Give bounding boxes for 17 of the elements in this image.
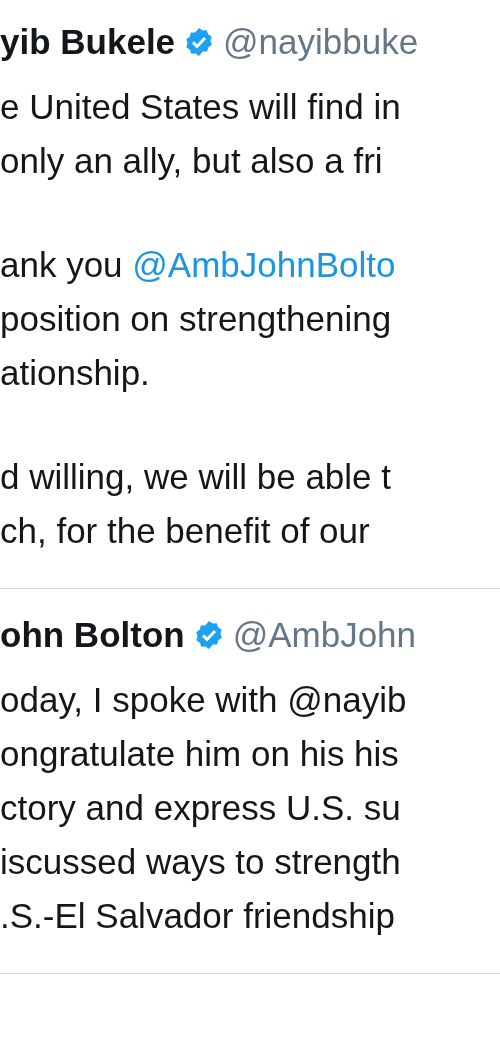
tweet-text-line: only an ally, but also a fri [0,140,384,182]
author-handle[interactable]: @AmbJohn [232,615,417,655]
mention-link[interactable]: @AmbJohnBolto [132,245,396,284]
tweet-text-line: .S.-El Salvador friendship [0,895,396,937]
tweet-text-line: oday, I spoke with @nayib [0,679,408,721]
tweet-text-line: ongratulate him on his his [0,733,400,775]
tweet-text-line: d willing, we will be able t [0,456,392,498]
author-handle[interactable]: @nayibbuke [223,22,419,62]
tweet-text-line: ch, for the benefit of our [0,510,371,552]
tweet-text-line: e United States will find in [0,86,402,128]
tweet-text-line: ank you @AmbJohnBolto [0,244,397,286]
tweet-text-line: iscussed ways to strength [0,841,402,883]
tweet-text-line: ationship. [0,352,151,394]
tweet-text-line: position on strengthening [0,298,393,340]
author-name: yib Bukele [0,22,176,62]
tweet-text-line: ctory and express U.S. su [0,787,402,829]
author-name: ohn Bolton [0,615,185,655]
